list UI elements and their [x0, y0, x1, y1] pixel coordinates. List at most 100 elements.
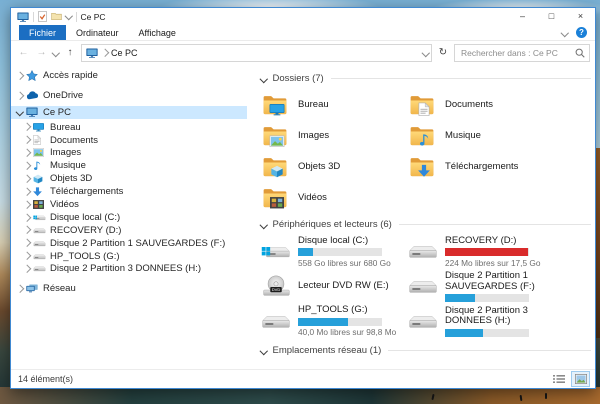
address-dropdown-chevron-icon[interactable] — [421, 49, 429, 57]
sidebar-item-musique[interactable]: Musique — [11, 159, 247, 172]
folder-tile-documents[interactable]: Documents — [408, 90, 555, 118]
breadcrumb[interactable]: Ce PC — [111, 48, 138, 58]
up-button[interactable]: ↑ — [63, 47, 78, 58]
view-toggles — [549, 371, 590, 387]
computer-icon — [26, 107, 39, 118]
folder-tile-objets-3d[interactable]: Objets 3D — [261, 152, 408, 180]
capacity-bar-fill — [445, 294, 475, 302]
refresh-button[interactable]: ↻ — [435, 47, 451, 58]
sidebar-item-objets-3d[interactable]: Objets 3D — [11, 172, 247, 185]
sidebar-item-documents[interactable]: Documents — [11, 134, 247, 147]
sidebar-item-reseau[interactable]: Réseau — [11, 282, 247, 295]
computer-icon — [86, 48, 98, 58]
item-count: 14 élément(s) — [18, 374, 73, 384]
sidebar-item-acces-rapide[interactable]: Accès rapide — [11, 69, 247, 82]
window-content: Accès rapide OneDrive Ce PC Bureau Docum — [11, 64, 595, 369]
chevron-right-icon — [23, 213, 31, 221]
tab-affichage[interactable]: Affichage — [129, 25, 186, 40]
sidebar-item-videos[interactable]: Vidéos — [11, 198, 247, 211]
free-space-text: 40,0 Mo libres sur 98,8 Mo — [298, 327, 396, 337]
computer-icon — [17, 12, 29, 22]
drive-icon — [33, 238, 46, 249]
title-bar[interactable]: Ce PC – □ × — [11, 8, 595, 25]
dvd-drive-icon — [261, 275, 291, 298]
sidebar-item-onedrive[interactable]: OneDrive — [11, 89, 247, 102]
sidebar-item-ce-pc[interactable]: Ce PC — [11, 106, 247, 119]
chevron-right-icon — [23, 149, 31, 157]
window-title: Ce PC — [81, 12, 106, 22]
group-header[interactable]: Emplacements réseau (1) — [261, 345, 591, 356]
folder-downloads-icon — [408, 152, 436, 180]
folder-tile-musique[interactable]: Musique — [408, 121, 555, 149]
folder-tile-images[interactable]: Images — [261, 121, 408, 149]
sidebar-item-sauvegardes-f[interactable]: Disque 2 Partition 1 SAUVEGARDES (F:) — [11, 237, 247, 250]
drive-tile-dvd-e[interactable]: Lecteur DVD RW (E:) — [261, 271, 408, 302]
recent-locations-chevron-icon[interactable] — [52, 49, 60, 57]
drive-tile-hp-tools-g[interactable]: HP_TOOLS (G:) 40,0 Mo libres sur 98,8 Mo — [261, 305, 408, 337]
drive-tile-disque-local-c[interactable]: Disque local (C:) 558 Go libres sur 680 … — [261, 236, 408, 268]
capacity-bar — [298, 248, 382, 256]
details-view-button[interactable] — [549, 371, 568, 387]
new-folder-icon[interactable] — [51, 12, 62, 21]
collapse-group-chevron-icon[interactable] — [260, 75, 268, 83]
capacity-bar — [298, 318, 382, 326]
drive-tile-donnees-h[interactable]: Disque 2 Partition 3 DONNEES (H:) — [408, 305, 555, 337]
sidebar-item-recovery-d[interactable]: RECOVERY (D:) — [11, 224, 247, 237]
network-icon — [26, 283, 39, 294]
back-button[interactable]: ← — [16, 47, 31, 58]
group-emplacements-reseau: Emplacements réseau (1) LABOX3410 — [261, 345, 591, 369]
chevron-right-icon — [23, 136, 31, 144]
sidebar-item-telechargements[interactable]: Téléchargements — [11, 185, 247, 198]
drive-icon — [408, 242, 438, 261]
folder-tile-bureau[interactable]: Bureau — [261, 90, 408, 118]
group-header-rule — [331, 78, 591, 79]
film-icon — [33, 199, 46, 210]
ribbon-tab-bar: Fichier Ordinateur Affichage ? — [11, 25, 595, 41]
sidebar-item-hp-tools-g[interactable]: HP_TOOLS (G:) — [11, 250, 247, 263]
search-input[interactable] — [459, 47, 572, 59]
group-header[interactable]: Périphériques et lecteurs (6) — [261, 219, 591, 230]
group-dossiers: Dossiers (7) Bureau Documents Images — [261, 73, 591, 211]
network-tile-labox3410[interactable]: LABOX3410 — [261, 362, 408, 369]
drive-icon — [33, 251, 46, 262]
search-icon[interactable] — [575, 48, 585, 58]
sidebar-item-images[interactable]: Images — [11, 146, 247, 159]
folder-documents-icon — [408, 90, 436, 118]
music-note-icon — [33, 160, 46, 171]
folder-tile-videos[interactable]: Vidéos — [261, 183, 408, 211]
properties-icon[interactable] — [38, 11, 47, 22]
chevron-right-icon — [23, 201, 31, 209]
large-icons-view-button[interactable] — [571, 371, 590, 387]
search-box[interactable] — [454, 44, 590, 62]
breadcrumb-separator-icon — [100, 49, 108, 57]
download-arrow-icon — [33, 186, 46, 197]
capacity-bar — [445, 248, 529, 256]
tab-fichier[interactable]: Fichier — [19, 25, 66, 40]
sidebar-item-donnees-h[interactable]: Disque 2 Partition 3 DONNEES (H:) — [11, 262, 247, 275]
items-view: Dossiers (7) Bureau Documents Images — [247, 64, 595, 369]
chevron-right-icon — [16, 91, 24, 99]
help-icon[interactable]: ? — [576, 27, 587, 38]
group-title: Dossiers (7) — [273, 73, 324, 84]
drive-tile-sauvegardes-f[interactable]: Disque 2 Partition 1 SAUVEGARDES (F:) — [408, 271, 555, 302]
close-button[interactable]: × — [566, 8, 595, 25]
capacity-bar-fill — [298, 248, 313, 256]
maximize-button[interactable]: □ — [537, 8, 566, 25]
sidebar-item-bureau[interactable]: Bureau — [11, 121, 247, 134]
chevron-right-icon — [23, 226, 31, 234]
forward-button[interactable]: → — [34, 47, 49, 58]
address-bar[interactable]: Ce PC — [81, 44, 433, 62]
collapse-group-chevron-icon[interactable] — [260, 347, 268, 355]
group-header[interactable]: Dossiers (7) — [261, 73, 591, 84]
minimize-button[interactable]: – — [508, 8, 537, 25]
expand-ribbon-chevron-icon[interactable] — [560, 29, 568, 37]
quick-access-toolbar — [17, 11, 77, 22]
customize-qat-chevron-icon[interactable] — [65, 12, 73, 20]
folder-tile-telechargements[interactable]: Téléchargements — [408, 152, 555, 180]
collapse-group-chevron-icon[interactable] — [260, 221, 268, 229]
folder-3d-objects-icon — [261, 152, 289, 180]
sidebar-item-disque-c[interactable]: Disque local (C:) — [11, 211, 247, 224]
tab-ordinateur[interactable]: Ordinateur — [66, 25, 129, 40]
drive-tile-recovery-d[interactable]: RECOVERY (D:) 224 Mo libres sur 17,5 Go — [408, 236, 555, 268]
status-bar: 14 élément(s) — [11, 369, 595, 388]
